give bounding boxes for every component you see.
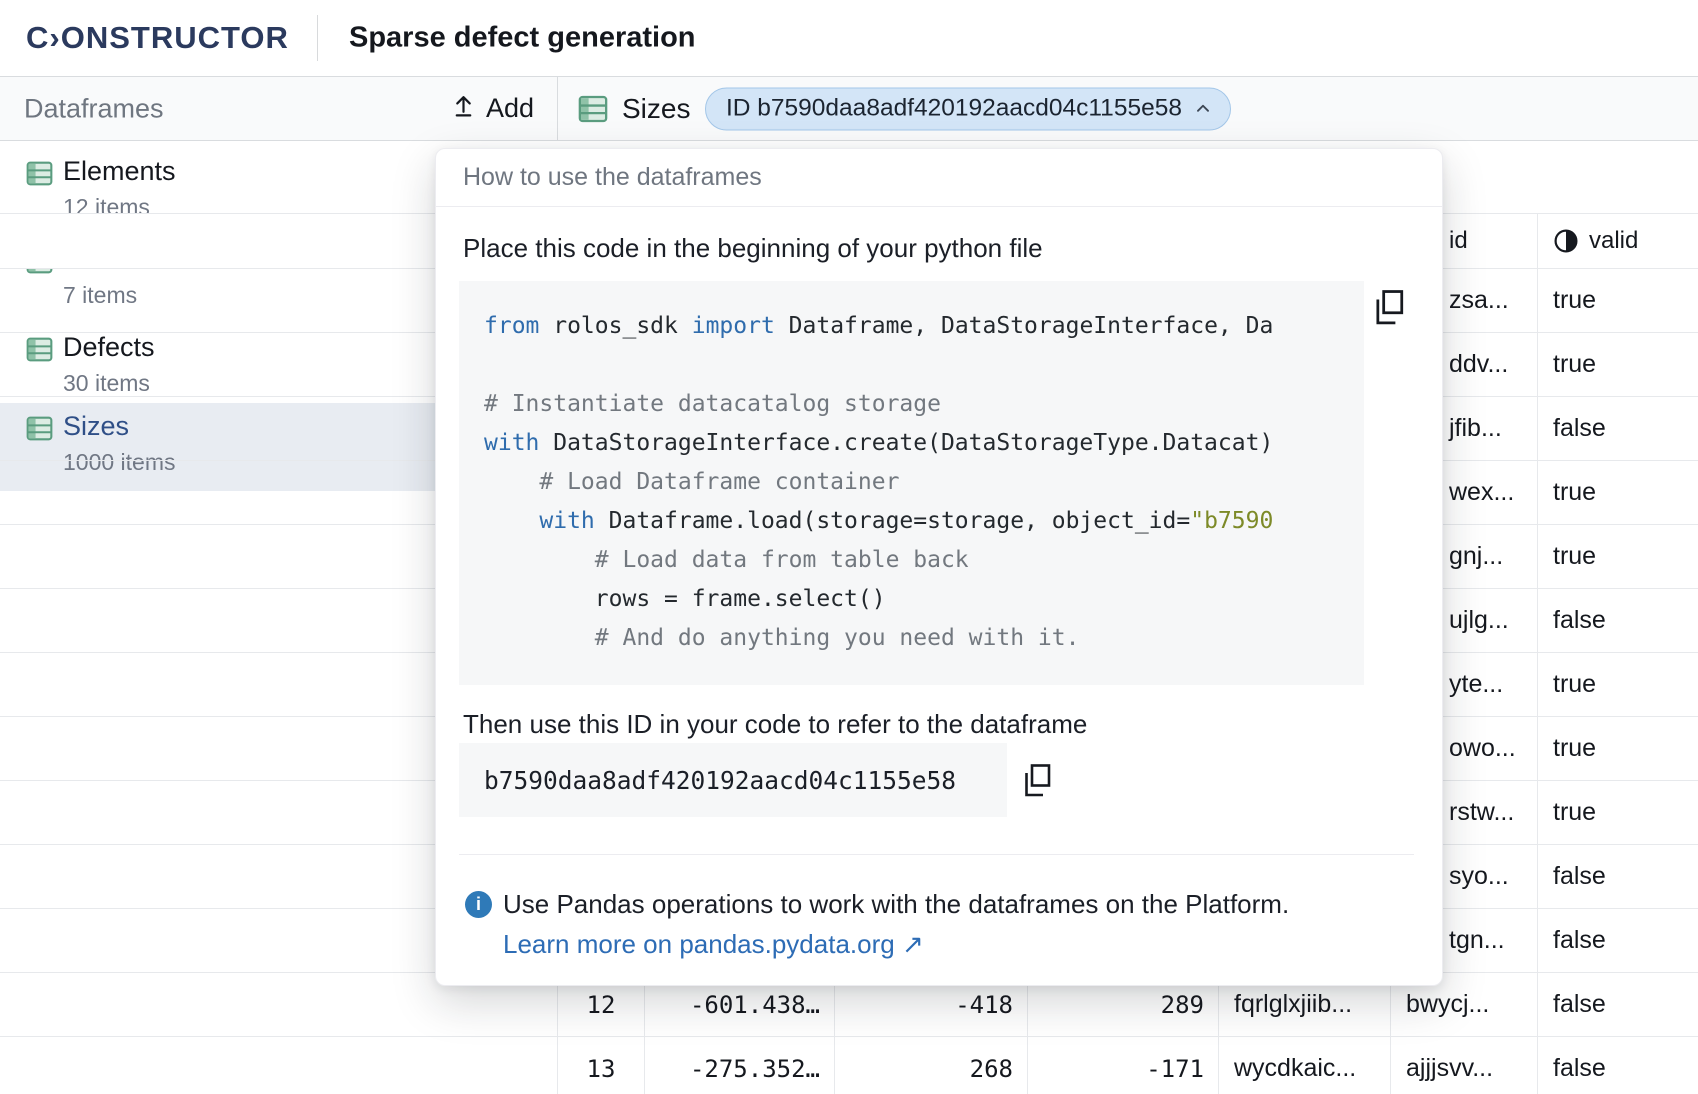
table-cell: true: [1537, 781, 1698, 844]
table-cell: true: [1537, 333, 1698, 396]
table-cell: true: [1537, 653, 1698, 716]
table-cell: wycdkaic...: [1218, 1037, 1390, 1094]
valid-icon: [1553, 228, 1579, 254]
code-line: rows = frame.select(): [484, 580, 1339, 619]
table-header-cell: valid: [1537, 214, 1698, 268]
table-cell: ajjjsvv...: [1390, 1037, 1537, 1094]
table-cell: -171: [1027, 1037, 1218, 1094]
code-line: with Dataframe.load(storage=storage, obj…: [484, 502, 1339, 541]
code-line: # Load Dataframe container: [484, 463, 1339, 502]
table-cell: 13: [557, 1037, 644, 1094]
code-line: with DataStorageInterface.create(DataSto…: [484, 424, 1339, 463]
table-cell: false: [1537, 909, 1698, 972]
table-cell: true: [1537, 461, 1698, 524]
howto-popover: How to use the dataframes Place this cod…: [435, 148, 1443, 986]
table-cell: false: [1537, 397, 1698, 460]
table-cell: true: [1537, 525, 1698, 588]
code-block: from rolos_sdk import Dataframe, DataSto…: [459, 281, 1364, 685]
popover-divider-top: [436, 206, 1442, 207]
code-line: from rolos_sdk import Dataframe, DataSto…: [484, 307, 1339, 346]
table-cell: true: [1537, 269, 1698, 332]
table-row[interactable]: 13-275.352…268-171wycdkaic...ajjjsvv...f…: [0, 1037, 1698, 1094]
code-line: # Instantiate datacatalog storage: [484, 385, 1339, 424]
pandas-link[interactable]: Learn more on pandas.pydata.org ↗: [503, 929, 924, 960]
code-line: [484, 346, 1339, 385]
copy-code-button[interactable]: [1372, 287, 1406, 329]
info-text: Use Pandas operations to work with the d…: [503, 889, 1289, 920]
table-cell: false: [1537, 589, 1698, 652]
table-cell: -275.352…: [644, 1037, 834, 1094]
code-line: # And do anything you need with it.: [484, 619, 1339, 658]
app: C›ONSTRUCTOR Sparse defect generation Da…: [0, 0, 1698, 1094]
table-cell: true: [1537, 717, 1698, 780]
table-cell: false: [1537, 973, 1698, 1036]
table-cell: false: [1537, 845, 1698, 908]
copy-icon: [1372, 317, 1406, 332]
table-cell: false: [1537, 1037, 1698, 1094]
table-cell: 268: [834, 1037, 1027, 1094]
popover-title: How to use the dataframes: [463, 149, 762, 206]
dataframe-id-box: b7590daa8adf420192aacd04c1155e58: [459, 743, 1007, 817]
id-intro-text: Then use this ID in your code to refer t…: [463, 709, 1087, 740]
copy-icon: [1021, 788, 1053, 803]
copy-id-button[interactable]: [1021, 762, 1053, 800]
code-intro-text: Place this code in the beginning of your…: [463, 233, 1043, 264]
code-line: # Load data from table back: [484, 541, 1339, 580]
dataframe-id-value: b7590daa8adf420192aacd04c1155e58: [484, 766, 956, 795]
info-icon: i: [465, 891, 492, 918]
popover-divider-bottom: [459, 854, 1414, 855]
valid-header-label: valid: [1589, 227, 1638, 255]
